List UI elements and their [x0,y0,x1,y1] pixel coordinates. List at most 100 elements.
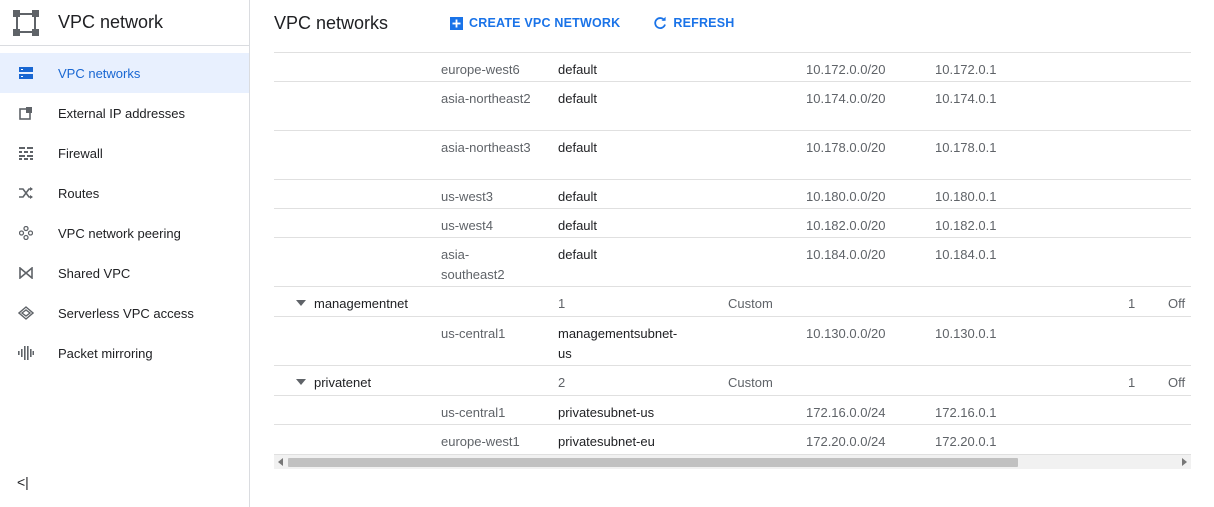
external-ip-icon [17,104,35,122]
scrollbar-thumb[interactable] [288,458,1018,467]
horizontal-scrollbar[interactable] [274,454,1191,469]
subnet-name[interactable]: managementsubnet-us [558,324,688,364]
vpc-networks-icon [17,64,35,82]
sidebar-header: VPC network [0,0,249,46]
sidebar-item-label: VPC network peering [58,225,181,241]
sidebar-item-external-ip[interactable]: External IP addresses [0,93,249,133]
subnet-name[interactable]: privatesubnet-eu [558,432,688,452]
subnet-ip-range: 172.16.0.0/24 [806,405,886,420]
subnet-name[interactable]: default [558,60,688,80]
sidebar-item-routes[interactable]: Routes [0,173,249,213]
sidebar-item-label: Routes [58,185,100,201]
subnet-gateway: 10.174.0.1 [935,91,997,106]
network-route-count: 1 [1128,375,1136,390]
network-mode: Custom [728,375,773,390]
scroll-right-icon[interactable] [1182,458,1187,466]
scroll-left-icon[interactable] [278,458,283,466]
page-title: VPC networks [274,12,389,33]
table-row: us-central1 privatesubnet-us 172.16.0.0/… [274,396,1191,425]
subnet-gateway: 10.180.0.1 [935,189,997,204]
subnet-ip-range: 10.174.0.0/20 [806,91,886,106]
network-logs: Off [1168,296,1186,311]
expand-triangle-icon[interactable] [296,379,306,385]
peering-icon [17,224,35,242]
refresh-button[interactable]: REFRESH [653,16,734,30]
sidebar-item-label: Firewall [58,145,103,161]
subnet-ip-range: 10.178.0.0/20 [806,140,886,155]
sidebar-item-vpc-networks[interactable]: VPC networks [0,53,249,93]
main-content: VPC networks CREATE VPC NETWORK REFRESH … [250,0,1214,507]
subnet-name[interactable]: default [558,245,688,265]
subnet-gateway: 172.16.0.1 [935,405,997,420]
network-name[interactable]: privatenet [314,373,371,393]
subnet-name[interactable]: default [558,187,688,207]
subnet-name[interactable]: privatesubnet-us [558,403,688,423]
refresh-icon [653,16,667,30]
subnet-region: asia-southeast2 [441,247,505,282]
add-box-icon [450,16,464,30]
sidebar-nav: VPC networks External IP addresses Firew… [0,53,249,373]
network-subnet-count: 2 [558,375,566,390]
sidebar-item-packet-mirroring[interactable]: Packet mirroring [0,333,249,373]
packet-mirroring-icon [17,344,35,362]
sidebar-item-label: VPC networks [58,65,141,81]
subnet-region: europe-west1 [441,434,520,449]
subnet-gateway: 10.182.0.1 [935,218,997,233]
collapse-sidebar-button[interactable]: <| [17,474,29,490]
network-mode: Custom [728,296,773,311]
subnet-region: us-central1 [441,326,506,341]
subnet-ip-range: 10.172.0.0/20 [806,62,886,77]
sidebar: VPC network VPC networks External IP add… [0,0,250,507]
subnet-region: europe-west6 [441,62,520,77]
network-route-count: 1 [1128,296,1136,311]
sidebar-item-shared-vpc[interactable]: Shared VPC [0,253,249,293]
table-row: europe-west6 default 10.172.0.0/20 10.17… [274,53,1191,82]
sidebar-item-label: Packet mirroring [58,345,153,361]
sidebar-title: VPC network [58,12,164,32]
sidebar-item-label: Shared VPC [58,265,131,281]
create-vpc-network-button[interactable]: CREATE VPC NETWORK [450,16,620,30]
table-row: us-central1 managementsubnet-us 10.130.0… [274,317,1191,366]
network-row-privatenet: privatenet 2 Custom 1 Off [274,366,1191,396]
subnet-ip-range: 172.20.0.0/24 [806,434,886,449]
subnet-gateway: 10.130.0.1 [935,326,997,341]
sidebar-item-firewall[interactable]: Firewall [0,133,249,173]
vpc-networks-table: europe-west6 default 10.172.0.0/20 10.17… [274,46,1191,472]
subnet-name[interactable]: default [558,216,688,236]
network-logs: Off [1168,375,1186,390]
subnet-region: us-west4 [441,218,494,233]
network-subnet-count: 1 [558,296,566,311]
table-row: asia-northeast3 default 10.178.0.0/20 10… [274,131,1191,180]
subnet-ip-range: 10.180.0.0/20 [806,189,886,204]
table-row: asia-southeast2 default 10.184.0.0/20 10… [274,238,1191,287]
table-row-partial [274,46,1191,53]
subnet-gateway: 172.20.0.1 [935,434,997,449]
subnet-gateway: 10.178.0.1 [935,140,997,155]
subnet-name[interactable]: default [558,89,688,109]
vpc-network-logo-icon [13,9,39,36]
subnet-ip-range: 10.182.0.0/20 [806,218,886,233]
expand-triangle-icon[interactable] [296,300,306,306]
firewall-icon [17,144,35,162]
sidebar-item-peering[interactable]: VPC network peering [0,213,249,253]
table-row: asia-northeast2 default 10.174.0.0/20 10… [274,82,1191,131]
table-row: us-west3 default 10.180.0.0/20 10.180.0.… [274,180,1191,209]
subnet-ip-range: 10.184.0.0/20 [806,247,886,262]
subnet-region: asia-northeast2 [441,91,531,106]
page-header: VPC networks CREATE VPC NETWORK REFRESH [250,0,1214,46]
subnet-gateway: 10.172.0.1 [935,62,997,77]
refresh-label: REFRESH [673,16,735,30]
sidebar-item-serverless[interactable]: Serverless VPC access [0,293,249,333]
subnet-region: asia-northeast3 [441,140,531,155]
table-row: us-west4 default 10.182.0.0/20 10.182.0.… [274,209,1191,238]
sidebar-item-label: External IP addresses [58,105,185,121]
shared-vpc-icon [17,264,35,282]
network-name[interactable]: managementnet [314,294,408,314]
sidebar-item-label: Serverless VPC access [58,305,194,321]
routes-icon [17,184,35,202]
subnet-name[interactable]: default [558,138,688,158]
subnet-ip-range: 10.130.0.0/20 [806,326,886,341]
subnet-region: us-central1 [441,405,506,420]
serverless-icon [17,304,35,322]
subnet-gateway: 10.184.0.1 [935,247,997,262]
